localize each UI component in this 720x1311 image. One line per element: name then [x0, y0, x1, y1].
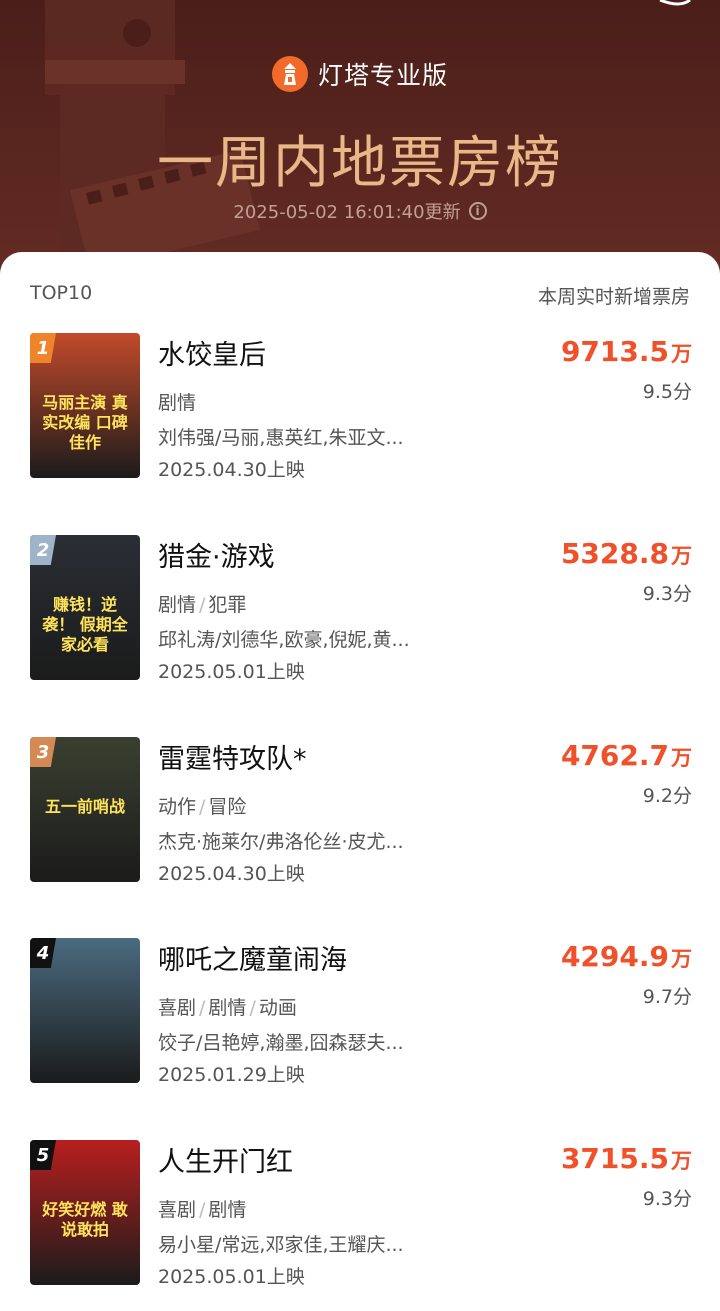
movie-poster[interactable]: 4 — [30, 938, 140, 1083]
genre-tag: 剧情 — [158, 392, 197, 414]
rank-badge: 1 — [30, 333, 56, 363]
movie-score: 9.5分 — [642, 381, 692, 403]
poster-tagline: 五一前哨战 — [44, 797, 125, 816]
genre-tag: 犯罪 — [208, 594, 247, 616]
movie-cast: 邱礼涛/刘德华,欧豪,倪妮,黄... — [158, 629, 410, 651]
update-time-text: 2025-05-02 16:01:40更新 — [233, 202, 461, 223]
page-title: 一周内地票房榜 — [157, 131, 563, 196]
lighthouse-logo-icon — [271, 56, 308, 92]
weekly-box-office: 9713.5万 — [561, 335, 692, 368]
ranking-sheet: TOP10 本周实时新增票房 1 马丽主演 真实改编 口碑佳作 水饺皇后 剧情 刘伟强/… — [0, 252, 720, 1311]
weekly-box-office: 3715.5万 — [561, 1142, 692, 1175]
brand: 灯塔专业版 — [0, 56, 720, 92]
genre-tag: 冒险 — [208, 796, 247, 818]
poster-tagline: 马丽主演 真实改编 口碑佳作 — [42, 393, 128, 452]
box-office-value: 3715.5 — [560, 1142, 669, 1175]
movie-title[interactable]: 人生开门红 — [158, 1140, 293, 1179]
rank-badge: 5 — [30, 1140, 56, 1170]
top10-label: TOP10 — [30, 282, 93, 304]
movie-score: 9.3分 — [642, 583, 692, 605]
movie-title[interactable]: 猎金·游戏 — [158, 535, 275, 574]
rank-badge: 2 — [30, 535, 56, 565]
poster-tagline: 好笑好燃 敢说敢拍 — [42, 1200, 128, 1239]
release-date: 2025.04.30上映 — [158, 459, 305, 481]
genre-tag: 动画 — [258, 997, 297, 1019]
release-date: 2025.04.30上映 — [158, 863, 305, 885]
movie-genres: 喜剧 / 剧情 / 动画 — [158, 997, 297, 1019]
movie-row[interactable]: 3 五一前哨战 雷霆特攻队* 动作 / 冒险杰克·施莱尔/弗洛伦丝·皮尤... 2025.0… — [0, 737, 720, 887]
movie-score: 9.2分 — [642, 785, 692, 807]
movie-title[interactable]: 水饺皇后 — [158, 333, 266, 372]
movie-poster[interactable]: 1 马丽主演 真实改编 口碑佳作 — [30, 333, 140, 478]
genre-tag: 剧情 — [208, 1199, 247, 1221]
release-date: 2025.05.01上映 — [158, 1266, 305, 1288]
weekly-box-office: 4762.7万 — [561, 739, 692, 772]
genre-tag: 动作 — [158, 796, 197, 818]
release-date: 2025.05.01上映 — [158, 661, 305, 683]
movie-row[interactable]: 2 赚钱！逆袭！ 假期全家必看 猎金·游戏剧情 / 犯罪邱礼涛/刘德华,欧豪,倪妮,黄.… — [0, 535, 720, 685]
movie-score: 9.3分 — [642, 1188, 692, 1210]
rank-badge: 4 — [30, 938, 56, 968]
box-office-value: 4294.9 — [560, 940, 669, 973]
box-office-value: 9713.5 — [560, 335, 669, 368]
movie-poster[interactable]: 2 赚钱！逆袭！ 假期全家必看 — [30, 535, 140, 680]
movie-cast: 易小星/常远,邓家佳,王耀庆... — [158, 1234, 404, 1256]
weekly-box-label: 本周实时新增票房 — [537, 286, 690, 308]
movie-row[interactable]: 4 哪吒之魔童闹海喜剧 / 剧情 / 动画饺子/吕艳婷,瀚墨,囧森瑟夫... 2025.01… — [0, 938, 720, 1088]
brand-name: 灯塔专业版 — [317, 61, 448, 90]
genre-tag: 喜剧 — [158, 1199, 197, 1221]
box-office-unit: 万 — [671, 746, 692, 770]
poster-tagline: 赚钱！逆袭！ 假期全家必看 — [42, 595, 128, 654]
box-office-unit: 万 — [671, 544, 692, 568]
genre-tag: 剧情 — [158, 594, 197, 616]
weekly-box-office: 4294.9万 — [561, 940, 692, 973]
update-time: 2025-05-02 16:01:40更新 i — [0, 198, 720, 224]
rank-badge: 3 — [30, 737, 56, 767]
list-header: TOP10 本周实时新增票房 — [30, 282, 690, 309]
weekly-box-office: 5328.8万 — [561, 537, 692, 570]
release-date: 2025.01.29上映 — [158, 1064, 305, 1086]
movie-poster[interactable]: 5 好笑好燃 敢说敢拍 — [30, 1140, 140, 1285]
movie-cast: 饺子/吕艳婷,瀚墨,囧森瑟夫... — [158, 1032, 404, 1054]
movie-title[interactable]: 雷霆特攻队* — [158, 737, 307, 776]
box-office-value: 5328.8 — [560, 537, 669, 570]
movie-poster[interactable]: 3 五一前哨战 — [30, 737, 140, 882]
movie-genres: 动作 / 冒险 — [158, 796, 247, 818]
movie-cast: 杰克·施莱尔/弗洛伦丝·皮尤... — [158, 831, 404, 853]
box-office-unit: 万 — [671, 342, 692, 366]
box-office-unit: 万 — [671, 947, 692, 971]
genre-tag: 喜剧 — [158, 997, 197, 1019]
movie-title[interactable]: 哪吒之魔童闹海 — [158, 938, 347, 977]
genre-tag: 剧情 — [208, 997, 247, 1019]
movie-genres: 喜剧 / 剧情 — [158, 1199, 247, 1221]
movie-genres: 剧情 / 犯罪 — [158, 594, 247, 616]
movie-genres: 剧情 — [158, 388, 196, 415]
box-office-unit: 万 — [671, 1149, 692, 1173]
movie-cast: 刘伟强/马丽,惠英红,朱亚文... — [158, 427, 404, 449]
info-icon[interactable]: i — [468, 202, 487, 220]
movie-row[interactable]: 1 马丽主演 真实改编 口碑佳作 水饺皇后剧情刘伟强/马丽,惠英红,朱亚文... 20… — [0, 333, 720, 483]
box-office-value: 4762.7 — [560, 739, 669, 772]
movie-row[interactable]: 5 好笑好燃 敢说敢拍 人生开门红喜剧 / 剧情易小星/常远,邓家佳,王耀庆... 202… — [0, 1140, 720, 1290]
movie-score: 9.7分 — [642, 986, 692, 1008]
